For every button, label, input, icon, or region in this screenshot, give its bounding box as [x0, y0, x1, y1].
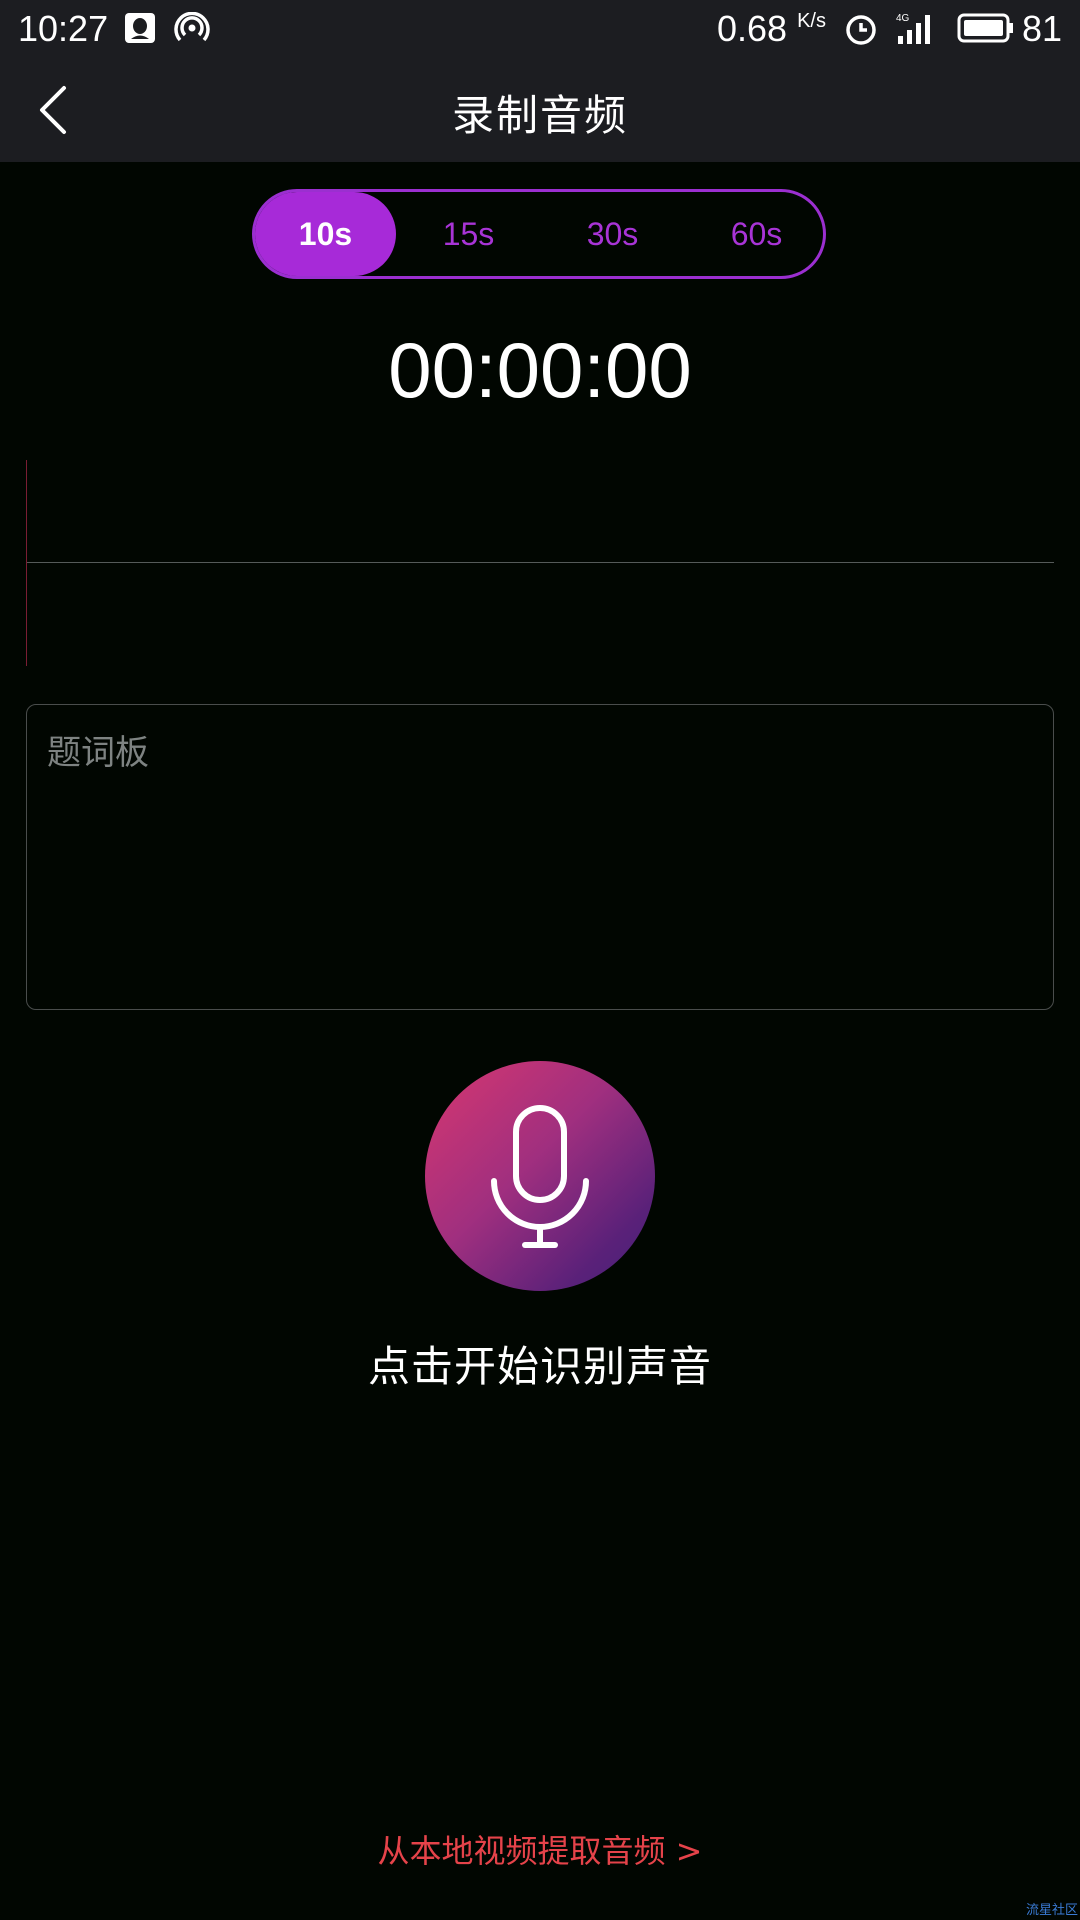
alarm-icon [844, 12, 878, 51]
record-label: 点击开始识别声音 [367, 1342, 712, 1391]
nav-bar: 录制音频 [0, 56, 1080, 162]
microphone-icon [491, 1105, 589, 1248]
network-speed-unit: K/s [797, 10, 826, 32]
duration-option-10s[interactable]: 10s [255, 192, 396, 276]
duration-option-15s[interactable]: 15s [398, 192, 539, 276]
duration-selector: 10s 15s 30s 60s [252, 189, 826, 279]
battery-icon [956, 12, 1014, 49]
waveform-baseline [26, 562, 1054, 563]
signal-4g-icon: 4G [896, 12, 938, 51]
page-title: 录制音频 [451, 91, 628, 140]
network-speed: 0.68 K/s [717, 8, 826, 50]
duration-option-30s[interactable]: 30s [542, 192, 683, 276]
status-time: 10:27 [18, 8, 109, 49]
qq-icon [124, 12, 156, 49]
record-button[interactable] [425, 1061, 655, 1291]
waveform-cursor [26, 460, 27, 666]
duration-option-60s[interactable]: 60s [686, 192, 827, 276]
prompt-board-placeholder: 题词板 [47, 733, 149, 773]
recording-timer: 00:00:00 [388, 326, 692, 414]
waveform [26, 460, 1054, 666]
hotspot-icon [174, 11, 210, 49]
prompt-board[interactable]: 题词板 [26, 704, 1054, 1010]
svg-text:4G: 4G [896, 13, 910, 24]
watermark: 流星社区 [1025, 1903, 1078, 1918]
network-speed-value: 0.68 [717, 8, 788, 49]
battery-level: 81 [1022, 8, 1063, 49]
extract-from-local-video-link[interactable]: 从本地视频提取音频 > [0, 1826, 1080, 1872]
status-bar: 10:27 0.68 K/s 4G 81 [0, 0, 1080, 56]
